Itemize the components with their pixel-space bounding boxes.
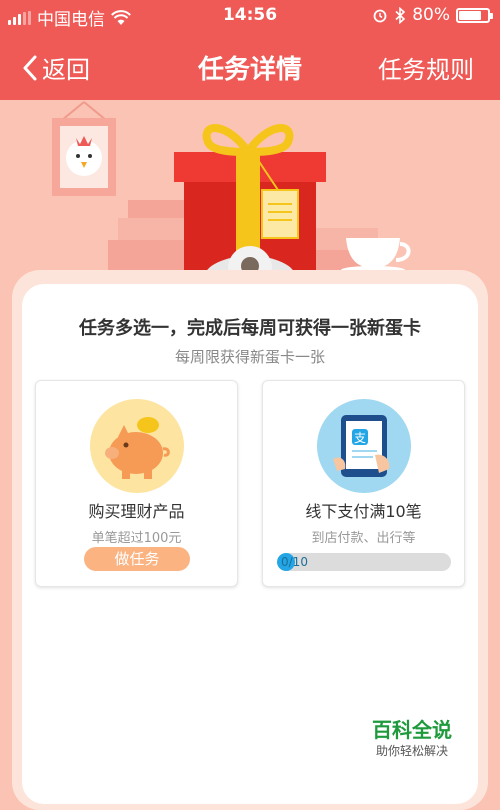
bluetooth-icon [395, 6, 406, 24]
task-rules-link[interactable]: 任务规则 [378, 50, 474, 85]
svg-text:支: 支 [354, 431, 366, 445]
task-title: 购买理财产品 [88, 502, 185, 521]
watermark: 百科全说 助你轻松解决 [356, 710, 468, 766]
teacup-icon [341, 238, 411, 274]
alarm-icon [373, 9, 387, 23]
status-bar: 中国电信 14:56 80% [0, 0, 500, 34]
task-option-offline-payment[interactable]: 支 线下支付满10笔 到店付款、出行等 0/10 [262, 380, 465, 587]
progress-label: 0/10 [281, 555, 308, 569]
nav-bar: 返回 任务详情 任务规则 [0, 34, 500, 100]
card-subline: 每周限获得新蛋卡一张 [174, 348, 325, 366]
task-desc: 单笔超过100元 [91, 531, 182, 546]
do-task-button[interactable]: 做任务 [84, 547, 190, 571]
card-headline: 任务多选一，完成后每周可获得一张新蛋卡 [79, 318, 421, 339]
alipay-tablet-icon: 支 [317, 399, 411, 493]
task-title: 线下支付满10笔 [305, 502, 422, 521]
task-desc: 到店付款、出行等 [311, 531, 416, 546]
status-right: 80% [372, 5, 493, 25]
battery-fill [459, 10, 481, 20]
watermark-subtitle: 助你轻松解决 [375, 744, 448, 758]
payment-progress-bar: 0/10 [277, 553, 451, 571]
chicken-frame-icon [52, 101, 116, 196]
task-option-wealth-product[interactable]: 购买理财产品 单笔超过100元 做任务 [35, 380, 238, 587]
watermark-title: 百科全说 [372, 718, 452, 742]
battery-percent: 80% [412, 5, 450, 25]
battery-icon [456, 7, 493, 23]
piggy-bank-icon [90, 399, 184, 493]
